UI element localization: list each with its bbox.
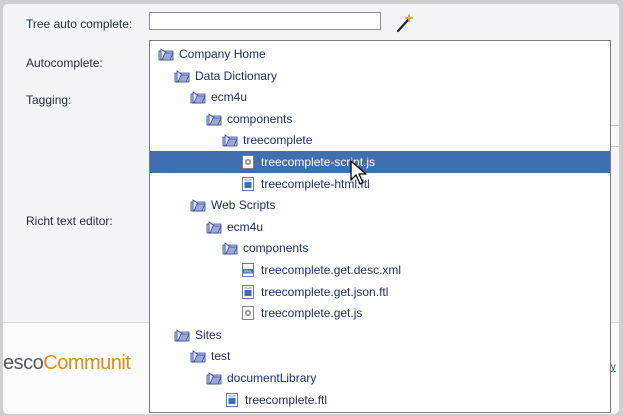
tree-node[interactable]: components: [150, 108, 610, 130]
tree-node-label: ecm4u: [211, 90, 248, 105]
tree-node-label: documentLibrary: [227, 371, 317, 385]
folder-icon: [206, 111, 222, 127]
magic-wand-icon[interactable]: [395, 13, 415, 33]
folder-icon: [222, 240, 238, 256]
folder-icon: [190, 348, 206, 364]
template-file-icon: [240, 284, 256, 300]
folder-icon: [190, 89, 206, 105]
template-file-icon: [224, 392, 240, 408]
folder-icon: [174, 68, 190, 84]
tree-node-label: Data Dictionary: [195, 68, 278, 83]
tree-autocomplete-input[interactable]: [149, 12, 381, 30]
tree-node[interactable]: test: [150, 345, 610, 367]
tree-node[interactable]: treecomplete.get.json.ftl: [150, 281, 610, 303]
tree-node[interactable]: documentLibrary: [150, 367, 610, 389]
tree-node-label: ecm4u: [227, 219, 264, 234]
tree-node[interactable]: components: [150, 237, 610, 259]
folder-icon: [158, 46, 174, 62]
tree-node-label: treecomplete.get.desc.xml: [261, 263, 402, 277]
folder-icon: [206, 370, 222, 386]
tree-node[interactable]: XML treecomplete.get.desc.xml: [150, 259, 610, 281]
tree-node-label: components: [227, 111, 293, 126]
script-file-icon: [240, 305, 256, 321]
tree-node-label: test: [211, 349, 231, 364]
tree-node[interactable]: Data Dictionary: [150, 65, 610, 87]
autocomplete-label: Autocomplete:: [26, 56, 103, 70]
brand-logo: escoCommunit: [3, 352, 131, 375]
xml-file-icon: XML: [240, 262, 256, 278]
template-file-icon: [240, 176, 256, 192]
tree-node[interactable]: Sites: [150, 324, 610, 346]
tree-node[interactable]: Company Home: [150, 43, 610, 65]
tree-node-label: Company Home: [179, 47, 266, 61]
script-file-icon: [240, 154, 256, 170]
tree-node[interactable]: treecomplete: [150, 129, 610, 151]
folder-icon: [222, 132, 238, 148]
tree-node-label: Sites: [195, 327, 222, 342]
tree-node[interactable]: treecomplete.get.js: [150, 302, 610, 324]
brand-text-part2: Communit: [43, 352, 131, 374]
tree-node[interactable]: ecm4u: [150, 216, 610, 238]
tree-node[interactable]: treecomplete-script.js: [150, 151, 610, 173]
tree-node-label: treecomplete.get.js: [261, 306, 363, 321]
tree-node-label: treecomplete.get.json.ftl: [261, 284, 389, 299]
app-frame: Tree auto complete: Autocomplete: Taggin…: [3, 4, 619, 414]
tree-node[interactable]: ecm4u: [150, 86, 610, 108]
folder-icon: [190, 197, 206, 213]
tagging-label: Tagging:: [26, 93, 72, 107]
brand-text-part1: esco: [3, 352, 44, 374]
tree-autocomplete-label: Tree auto complete:: [26, 17, 133, 31]
mouse-cursor-icon: [350, 160, 367, 185]
tree-node-label: Web Scripts: [211, 198, 276, 213]
tree-node[interactable]: treecomplete-html.ftl: [150, 173, 610, 195]
tree-node[interactable]: treecomplete.ftl: [150, 389, 610, 411]
folder-icon: [206, 219, 222, 235]
folder-icon: [174, 327, 190, 343]
tree-node-label: treecomplete: [243, 133, 313, 148]
rich-text-editor-label: Richt text editor:: [26, 214, 113, 228]
svg-text:XML: XML: [244, 269, 253, 274]
tree-node[interactable]: Web Scripts: [150, 194, 610, 216]
tree-dropdown: Company Home Data Dictionary ecm4u componen…: [149, 40, 611, 413]
tree-node-label: treecomplete.ftl: [245, 392, 328, 407]
tree-node-label: components: [243, 241, 309, 256]
